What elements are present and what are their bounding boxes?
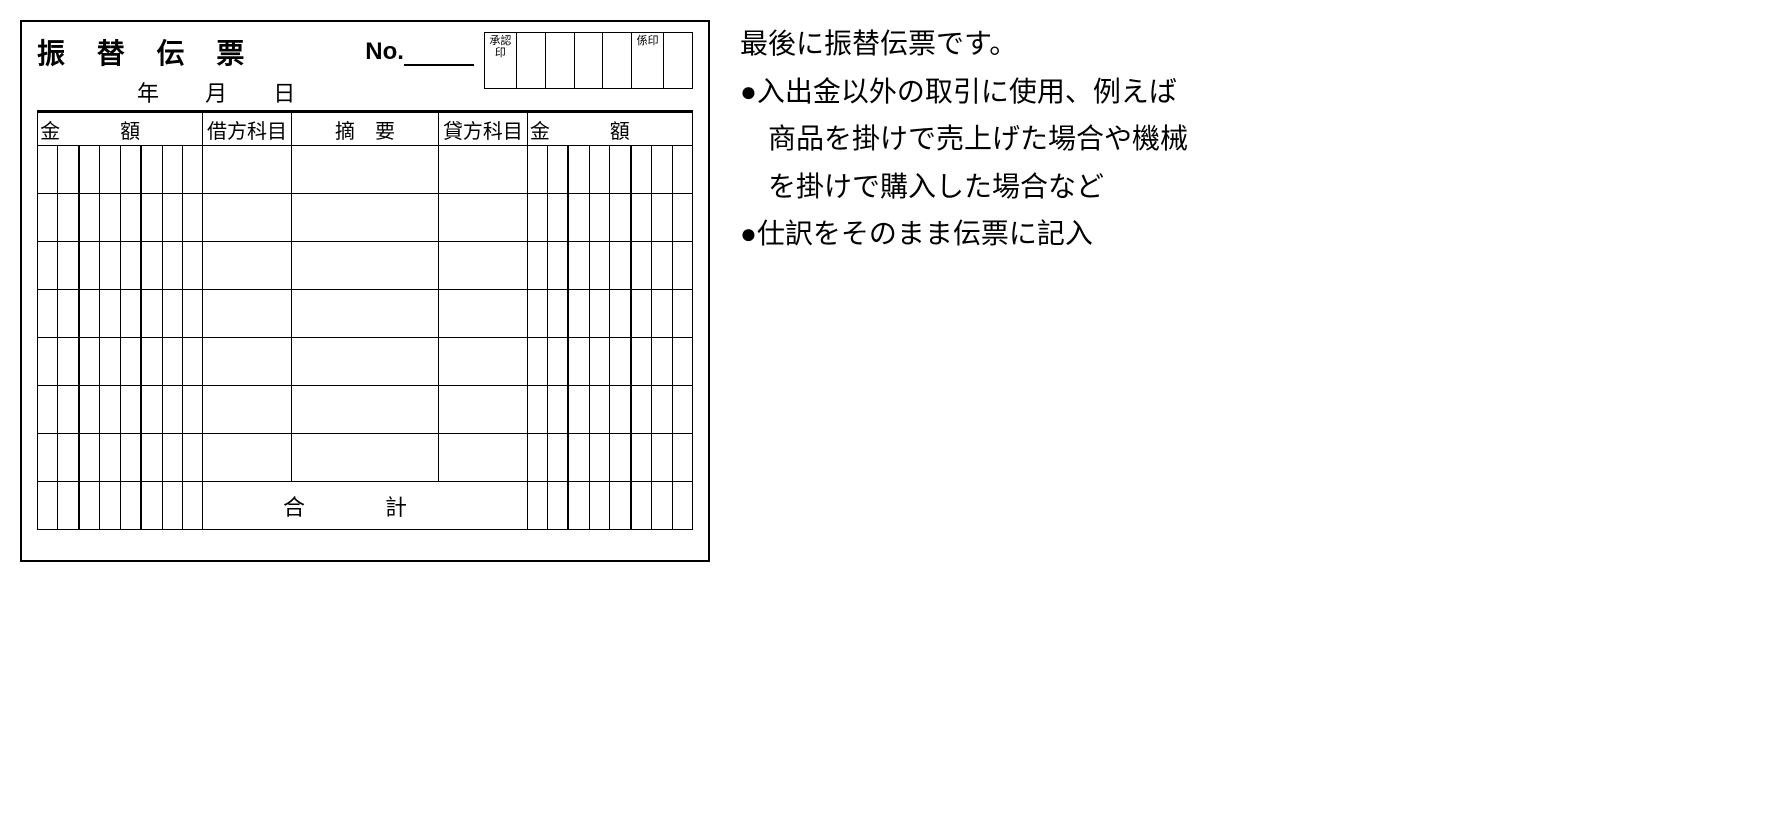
- table-row: [38, 242, 693, 290]
- amount-right-cell[interactable]: [527, 242, 692, 290]
- stamp-empty-1: [516, 33, 545, 89]
- slip-table: 金額 借方科目 摘 要 貸方科目 金額 合計: [37, 110, 693, 530]
- stamp-boxes: 承認印 係印: [484, 32, 693, 89]
- total-amount-left[interactable]: [38, 482, 203, 530]
- summary-cell[interactable]: [291, 146, 438, 194]
- debit-cell[interactable]: [203, 194, 291, 242]
- amount-left-cell[interactable]: [38, 434, 203, 482]
- date-line: 年 月 日: [37, 76, 335, 108]
- table-row: [38, 290, 693, 338]
- stamp-empty-2: [545, 33, 574, 89]
- month-label: 月: [205, 81, 227, 106]
- total-amount-right[interactable]: [527, 482, 692, 530]
- amount-left-cell[interactable]: [38, 146, 203, 194]
- amount-right-cell[interactable]: [527, 386, 692, 434]
- amount-left-cell[interactable]: [38, 290, 203, 338]
- col-amount-left: 金額: [38, 112, 203, 146]
- col-summary: 摘 要: [291, 112, 438, 146]
- debit-cell[interactable]: [203, 338, 291, 386]
- debit-cell[interactable]: [203, 290, 291, 338]
- bullet-2: ● 仕訳をそのまま伝票に記入: [740, 210, 1188, 258]
- amount-right-cell[interactable]: [527, 434, 692, 482]
- explanation-text: 最後に振替伝票です。 ● 入出金以外の取引に使用、例えば 商品を掛けで売上げた場…: [740, 20, 1188, 562]
- col-amount-right: 金額: [527, 112, 692, 146]
- amount-right-cell[interactable]: [527, 194, 692, 242]
- no-label: No.: [365, 38, 404, 65]
- bullet-1-line-3: を掛けで購入した場合など: [740, 163, 1188, 211]
- header-row: 金額 借方科目 摘 要 貸方科目 金額: [38, 112, 693, 146]
- summary-cell[interactable]: [291, 386, 438, 434]
- debit-cell[interactable]: [203, 434, 291, 482]
- bullet-1-line-1: 入出金以外の取引に使用、例えば: [757, 68, 1177, 116]
- slip-header: 振 替 伝 票 年 月 日 No. 承認印 係印: [37, 32, 693, 108]
- day-label: 日: [273, 81, 295, 106]
- credit-cell[interactable]: [439, 434, 527, 482]
- intro-line: 最後に振替伝票です。: [740, 20, 1188, 68]
- credit-cell[interactable]: [439, 242, 527, 290]
- total-label: 合計: [203, 482, 527, 530]
- credit-cell[interactable]: [439, 338, 527, 386]
- table-row: [38, 434, 693, 482]
- no-field[interactable]: [404, 46, 474, 66]
- credit-cell[interactable]: [439, 194, 527, 242]
- col-credit: 貸方科目: [439, 112, 527, 146]
- col-debit: 借方科目: [203, 112, 291, 146]
- table-row: [38, 146, 693, 194]
- summary-cell[interactable]: [291, 290, 438, 338]
- summary-cell[interactable]: [291, 338, 438, 386]
- bullet-1-line-2: 商品を掛けで売上げた場合や機械: [740, 115, 1188, 163]
- table-row: [38, 386, 693, 434]
- summary-cell[interactable]: [291, 242, 438, 290]
- summary-cell[interactable]: [291, 194, 438, 242]
- stamp-approve: 承認印: [484, 33, 516, 89]
- table-row: [38, 194, 693, 242]
- year-label: 年: [137, 81, 159, 106]
- amount-right-cell[interactable]: [527, 338, 692, 386]
- stamp-empty-3: [574, 33, 603, 89]
- amount-left-cell[interactable]: [38, 242, 203, 290]
- credit-cell[interactable]: [439, 290, 527, 338]
- stamp-empty-5: [664, 33, 693, 89]
- stamp-empty-4: [603, 33, 632, 89]
- amount-left-cell[interactable]: [38, 338, 203, 386]
- bullet-1: ● 入出金以外の取引に使用、例えば: [740, 68, 1188, 116]
- bullet-mark: ●: [740, 68, 757, 116]
- credit-cell[interactable]: [439, 386, 527, 434]
- transfer-slip: 振 替 伝 票 年 月 日 No. 承認印 係印 金額: [20, 20, 710, 562]
- summary-cell[interactable]: [291, 434, 438, 482]
- slip-title: 振 替 伝 票: [37, 32, 335, 72]
- debit-cell[interactable]: [203, 242, 291, 290]
- amount-left-cell[interactable]: [38, 194, 203, 242]
- bullet-2-text: 仕訳をそのまま伝票に記入: [757, 210, 1093, 258]
- number-block: No.: [365, 38, 474, 66]
- debit-cell[interactable]: [203, 146, 291, 194]
- credit-cell[interactable]: [439, 146, 527, 194]
- total-row: 合計: [38, 482, 693, 530]
- debit-cell[interactable]: [203, 386, 291, 434]
- stamp-clerk: 係印: [632, 33, 664, 89]
- bullet-mark: ●: [740, 210, 757, 258]
- amount-left-cell[interactable]: [38, 386, 203, 434]
- table-row: [38, 338, 693, 386]
- amount-right-cell[interactable]: [527, 290, 692, 338]
- amount-right-cell[interactable]: [527, 146, 692, 194]
